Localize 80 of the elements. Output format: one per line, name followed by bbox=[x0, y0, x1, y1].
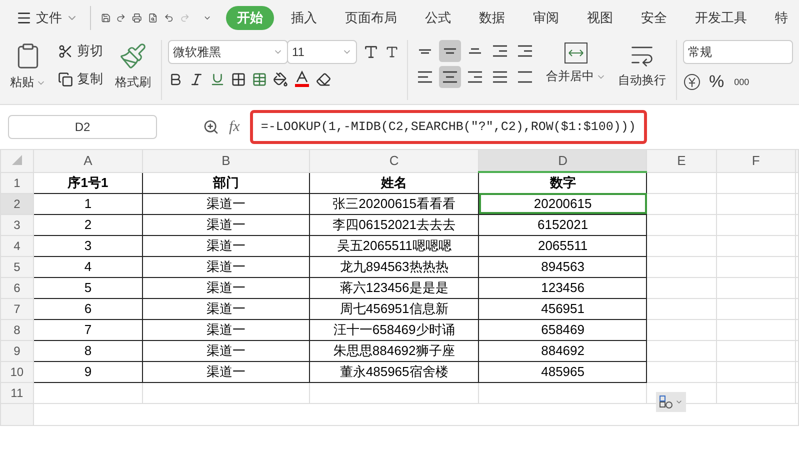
cut-button[interactable]: 剪切 bbox=[56, 40, 105, 62]
function-label[interactable]: fx bbox=[229, 118, 240, 136]
table-cell: 部门 bbox=[142, 172, 310, 193]
table-cell: 3 bbox=[33, 235, 143, 256]
row-header[interactable]: 5 bbox=[0, 256, 34, 277]
column-header[interactable]: A bbox=[33, 150, 143, 172]
table-cell: 123456 bbox=[478, 277, 647, 298]
table-cell: 渠道一 bbox=[142, 361, 310, 382]
ribbon-tab[interactable]: 开发工具 bbox=[684, 6, 758, 30]
table-cell: 蒋六123456是是是 bbox=[309, 277, 479, 298]
file-menu[interactable]: 文件 bbox=[14, 7, 80, 29]
column-header[interactable]: D bbox=[478, 150, 647, 172]
row-header[interactable]: 6 bbox=[0, 277, 34, 298]
font-name-field[interactable]: 微软雅黑 bbox=[168, 40, 288, 64]
table-cell: 658469 bbox=[478, 319, 647, 340]
number-format-field[interactable]: 常规 bbox=[683, 40, 793, 64]
row-header[interactable]: 8 bbox=[0, 319, 34, 340]
wrap-text-button[interactable]: 自动换行 bbox=[616, 40, 668, 91]
percent-button[interactable]: % bbox=[707, 70, 726, 94]
table-cell: 渠道一 bbox=[142, 298, 310, 319]
column-header[interactable]: F bbox=[716, 150, 796, 172]
table-cell: 渠道一 bbox=[142, 235, 310, 256]
table-cell: 9 bbox=[33, 361, 143, 382]
table-cell: 渠道一 bbox=[142, 340, 310, 361]
ribbon-tab[interactable]: 插入 bbox=[280, 6, 328, 30]
table-cell: 485965 bbox=[478, 361, 647, 382]
merge-center-button[interactable]: 合并居中 bbox=[544, 40, 608, 87]
table-cell: 7 bbox=[33, 319, 143, 340]
thousands-button[interactable]: 000 bbox=[732, 75, 752, 89]
table-cell: 渠道一 bbox=[142, 319, 310, 340]
table-cell: 张三20200615看看看 bbox=[309, 193, 479, 214]
formula-field[interactable]: =-LOOKUP(1,-MIDB(C2,SEARCHB("?",C2),ROW($1:$100))) bbox=[250, 110, 647, 144]
table-cell: 李四06152021去去去 bbox=[309, 214, 479, 235]
font-size-field[interactable]: 11 bbox=[287, 40, 357, 64]
table-cell: 6152021 bbox=[478, 214, 647, 235]
row-header[interactable]: 11 bbox=[0, 382, 34, 403]
row-header[interactable]: 1 bbox=[0, 172, 34, 193]
column-header[interactable]: E bbox=[646, 150, 716, 172]
ribbon-tab[interactable]: 安全 bbox=[630, 6, 678, 30]
row-header[interactable]: 3 bbox=[0, 214, 34, 235]
table-cell: 5 bbox=[33, 277, 143, 298]
ribbon-tab[interactable]: 数据 bbox=[468, 6, 516, 30]
ribbon-tab[interactable]: 特 bbox=[764, 6, 799, 30]
table-cell: 序1号1 bbox=[33, 172, 143, 193]
table-cell: 2065511 bbox=[478, 235, 647, 256]
table-cell: 456951 bbox=[478, 298, 647, 319]
column-header[interactable]: B bbox=[142, 150, 310, 172]
table-cell: 周七456951信息新 bbox=[309, 298, 479, 319]
table-cell: 6 bbox=[33, 298, 143, 319]
table-cell: 吴五2065511嗯嗯嗯 bbox=[309, 235, 479, 256]
row-header[interactable]: 2 bbox=[0, 193, 34, 214]
ribbon-tab[interactable]: 审阅 bbox=[522, 6, 570, 30]
row-header[interactable]: 4 bbox=[0, 235, 34, 256]
table-cell: 1 bbox=[33, 193, 143, 214]
table-cell: 渠道一 bbox=[142, 277, 310, 298]
table-cell: 董永485965宿舍楼 bbox=[309, 361, 479, 382]
paste-button[interactable]: 粘贴 bbox=[8, 40, 48, 93]
table-cell: 姓名 bbox=[309, 172, 479, 193]
copy-button[interactable]: 复制 bbox=[56, 68, 105, 90]
table-cell: 渠道一 bbox=[142, 256, 310, 277]
table-cell: 渠道一 bbox=[142, 214, 310, 235]
table-cell: 2 bbox=[33, 214, 143, 235]
format-painter-button[interactable]: 格式刷 bbox=[113, 40, 153, 93]
ribbon-tab[interactable]: 视图 bbox=[576, 6, 624, 30]
row-header[interactable]: 9 bbox=[0, 340, 34, 361]
row-header[interactable]: 7 bbox=[0, 298, 34, 319]
table-cell: 渠道一 bbox=[142, 193, 310, 214]
table-cell: 894563 bbox=[478, 256, 647, 277]
table-cell: 朱思思884692狮子座 bbox=[309, 340, 479, 361]
column-header[interactable]: C bbox=[309, 150, 479, 172]
table-cell: 884692 bbox=[478, 340, 647, 361]
table-cell: 龙九894563热热热 bbox=[309, 256, 479, 277]
ribbon-tab[interactable]: 页面布局 bbox=[334, 6, 408, 30]
name-box[interactable]: D2 bbox=[8, 115, 157, 139]
table-cell: 汪十一658469少时诵 bbox=[309, 319, 479, 340]
table-cell: 8 bbox=[33, 340, 143, 361]
table-cell: 4 bbox=[33, 256, 143, 277]
ribbon-tab[interactable]: 公式 bbox=[414, 6, 462, 30]
table-cell: 20200615 bbox=[478, 193, 647, 214]
row-header[interactable]: 10 bbox=[0, 361, 34, 382]
